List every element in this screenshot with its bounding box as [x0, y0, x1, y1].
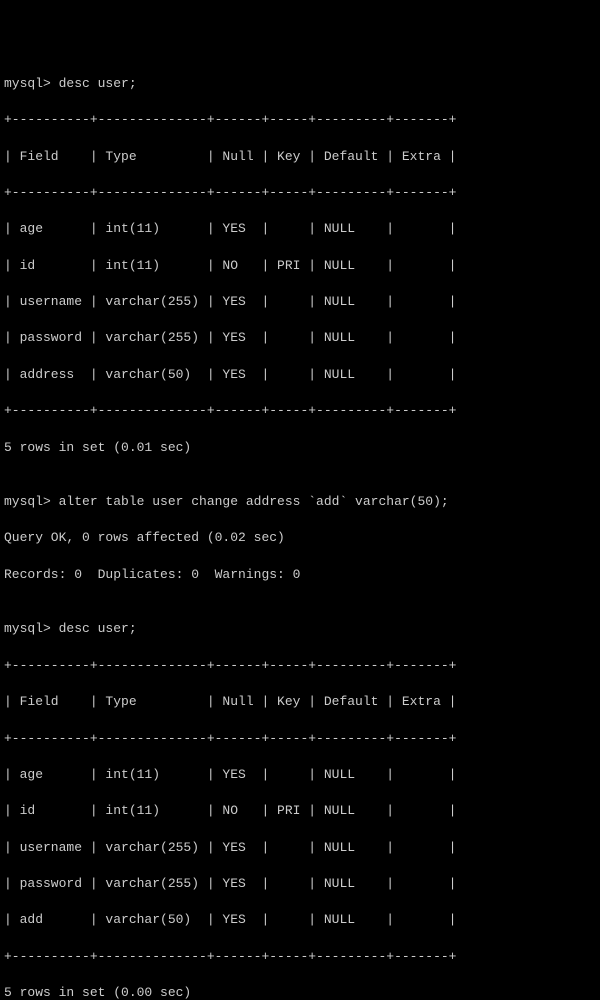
table2-border-mid: +----------+--------------+------+-----+…: [4, 730, 596, 748]
table1-border-bot: +----------+--------------+------+-----+…: [4, 402, 596, 420]
result-3: 5 rows in set (0.00 sec): [4, 984, 596, 1000]
table2-row: | username | varchar(255) | YES | | NULL…: [4, 839, 596, 857]
table2-border-top: +----------+--------------+------+-----+…: [4, 657, 596, 675]
table2-row: | age | int(11) | YES | | NULL | |: [4, 766, 596, 784]
table1-row: | age | int(11) | YES | | NULL | |: [4, 220, 596, 238]
table1-row: | address | varchar(50) | YES | | NULL |…: [4, 366, 596, 384]
table2-row: | id | int(11) | NO | PRI | NULL | |: [4, 802, 596, 820]
result-2a: Query OK, 0 rows affected (0.02 sec): [4, 529, 596, 547]
result-2b: Records: 0 Duplicates: 0 Warnings: 0: [4, 566, 596, 584]
table2-header: | Field | Type | Null | Key | Default | …: [4, 693, 596, 711]
mysql-prompt-3: mysql> desc user;: [4, 620, 596, 638]
mysql-prompt-1: mysql> desc user;: [4, 75, 596, 93]
table2-row: | password | varchar(255) | YES | | NULL…: [4, 875, 596, 893]
table2-border-bot: +----------+--------------+------+-----+…: [4, 948, 596, 966]
table1-border-mid: +----------+--------------+------+-----+…: [4, 184, 596, 202]
table2-row: | add | varchar(50) | YES | | NULL | |: [4, 911, 596, 929]
table1-border-top: +----------+--------------+------+-----+…: [4, 111, 596, 129]
mysql-prompt-2: mysql> alter table user change address `…: [4, 493, 596, 511]
table1-header: | Field | Type | Null | Key | Default | …: [4, 148, 596, 166]
table1-row: | password | varchar(255) | YES | | NULL…: [4, 329, 596, 347]
table1-row: | id | int(11) | NO | PRI | NULL | |: [4, 257, 596, 275]
table1-row: | username | varchar(255) | YES | | NULL…: [4, 293, 596, 311]
result-1: 5 rows in set (0.01 sec): [4, 439, 596, 457]
